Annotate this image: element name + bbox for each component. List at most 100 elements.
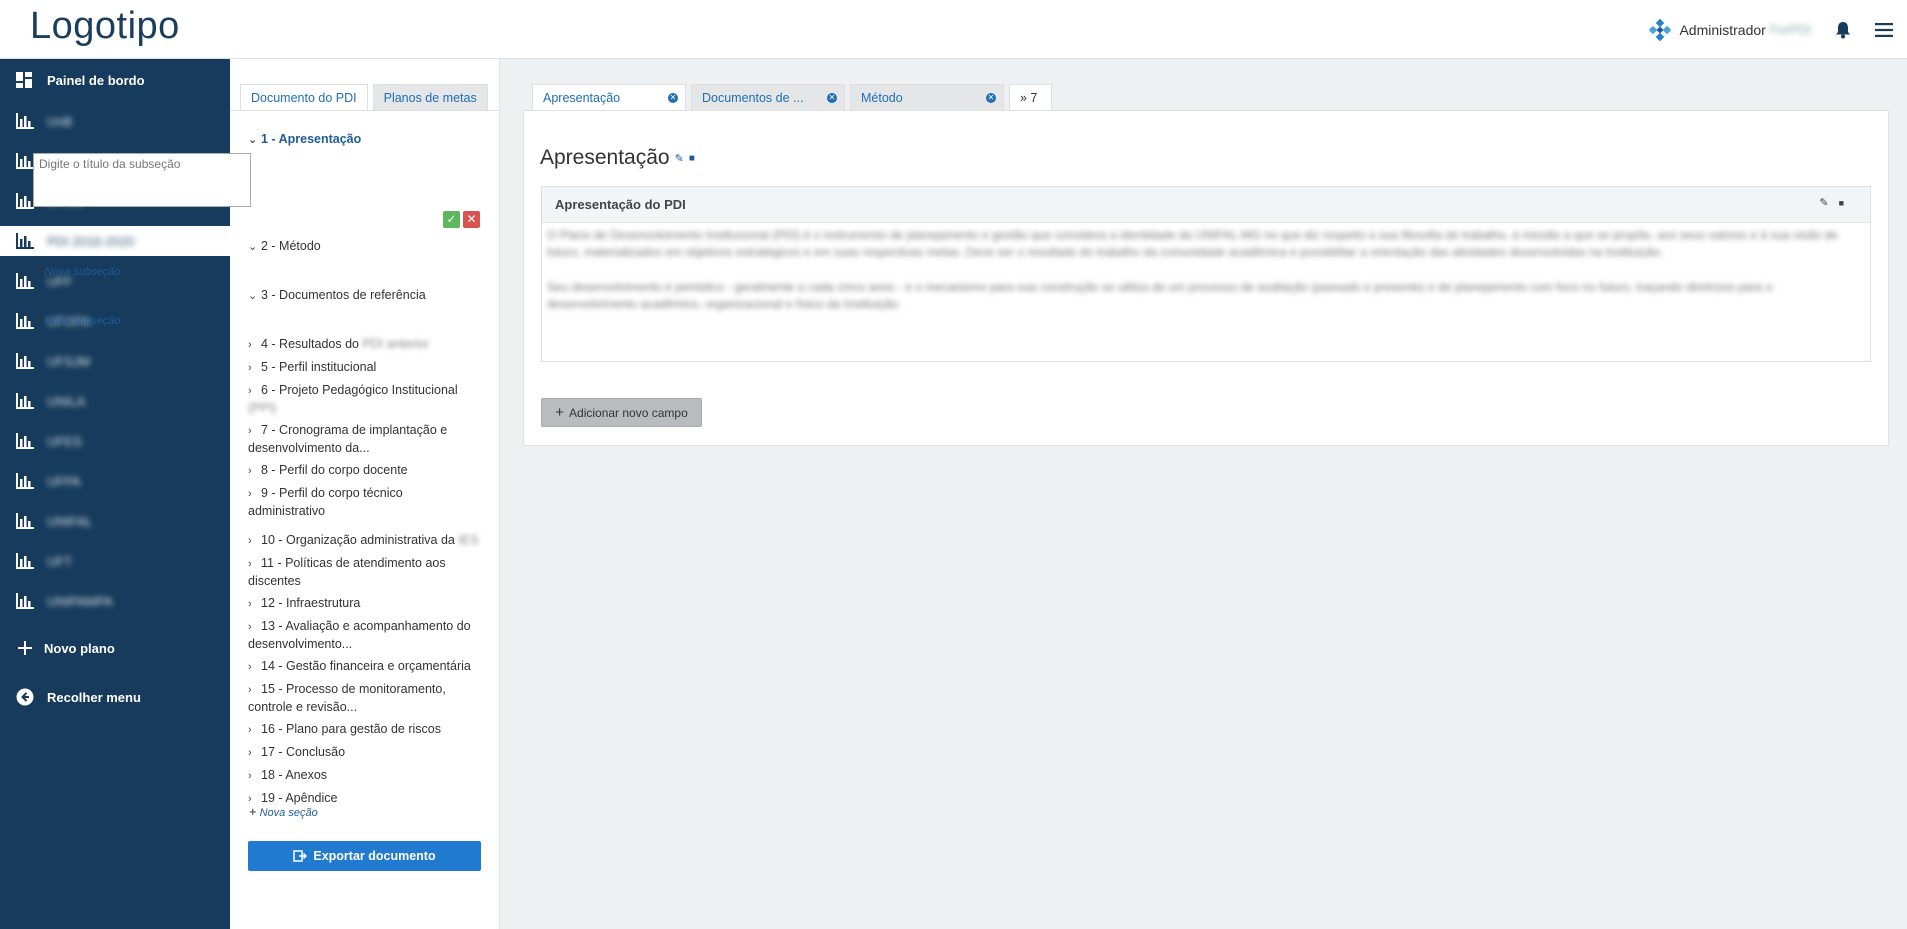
chevron-icon[interactable]: ›: [248, 423, 261, 440]
sidebar-item-label: UFSJM: [47, 353, 91, 369]
chevron-icon[interactable]: ⌄: [248, 132, 261, 149]
tree-section-item[interactable]: › 10 - Organização administrativa da IES: [248, 532, 488, 550]
tab-planos-metas[interactable]: Planos de metas: [372, 84, 488, 110]
tree-section-item[interactable]: ⌄ 2 - Método: [248, 238, 488, 256]
chevron-icon[interactable]: ›: [248, 745, 261, 762]
sidebar-item-plan[interactable]: UNILA: [0, 386, 230, 416]
doc-tab-apresentacao[interactable]: Apresentação ✕: [532, 84, 686, 111]
cancel-subsection-button[interactable]: ✕: [463, 211, 480, 228]
chevron-icon[interactable]: ›: [248, 533, 261, 550]
tree-section-item[interactable]: › 8 - Perfil do corpo docente: [248, 462, 488, 480]
tree-section-item[interactable]: › 16 - Plano para gestão de riscos: [248, 721, 488, 739]
top-header: Logotipo Administrador ForPDI: [0, 0, 1907, 59]
close-tab-icon[interactable]: ✕: [668, 93, 678, 103]
sidebar-item-plan[interactable]: UNIPAMPA: [0, 586, 230, 616]
field-title: Apresentação do PDI: [555, 197, 686, 212]
tree-section-label: 15 - Processo de monitoramento,: [261, 682, 446, 696]
doc-tab-label: Apresentação: [543, 91, 621, 105]
sidebar-item-plan[interactable]: UFPA: [0, 466, 230, 496]
tree-section-item[interactable]: › 15 - Processo de monitoramento, controle…: [248, 681, 488, 716]
trash-icon[interactable]: ■: [689, 153, 695, 164]
chevron-icon[interactable]: ›: [248, 596, 261, 613]
header-right: Administrador ForPDI: [1649, 0, 1907, 59]
field-header: Apresentação do PDI ✎■: [542, 187, 1870, 223]
new-section-label: Nova seção: [259, 807, 318, 819]
plus-icon: [18, 641, 32, 655]
tree-section-item[interactable]: ⌄ 1 - Apresentação: [248, 131, 488, 149]
user-name[interactable]: Administrador: [1679, 22, 1765, 38]
edit-pencil-icon[interactable]: ✎: [675, 152, 684, 165]
tree-section-label: 4 - Resultados do: [261, 337, 363, 351]
dashboard-icon: [16, 72, 32, 88]
close-tab-icon[interactable]: ✕: [986, 93, 996, 103]
chevron-icon[interactable]: ⌄: [248, 288, 261, 305]
tree-section-item[interactable]: › 6 - Projeto Pedagógico Institucional (PP…: [248, 382, 488, 417]
tree-section-item[interactable]: › 7 - Cronograma de implantação e desenvol…: [248, 422, 488, 457]
tree-section-label: 16 - Plano para gestão de riscos: [261, 722, 441, 736]
chevron-icon[interactable]: ›: [248, 486, 261, 503]
add-field-button[interactable]: + Adicionar novo campo: [541, 398, 702, 427]
chevron-icon[interactable]: ⌄: [248, 239, 261, 256]
new-subsection-link[interactable]: + Nova subseção: [34, 263, 120, 278]
doc-tab-metodo[interactable]: Método ✕: [850, 84, 1004, 110]
chevron-icon[interactable]: ›: [248, 619, 261, 636]
tree-section-item[interactable]: › 14 - Gestão financeira e orçamentária: [248, 658, 488, 676]
new-subsection-link[interactable]: + Nova subseção: [34, 312, 120, 327]
edit-pencil-icon[interactable]: ✎: [1819, 197, 1838, 209]
tree-section-item[interactable]: › 4 - Resultados do PDI anterior: [248, 336, 488, 354]
sidebar-item-label: UnB: [47, 113, 73, 129]
tree-section-item[interactable]: › 17 - Conclusão: [248, 744, 488, 762]
chevron-icon[interactable]: ›: [248, 556, 261, 573]
tree-section-label: 18 - Anexos: [261, 768, 328, 782]
tree-section-item[interactable]: › 18 - Anexos: [248, 767, 488, 785]
chevron-icon[interactable]: ›: [248, 722, 261, 739]
sidebar-item-plan[interactable]: UFSJM: [0, 346, 230, 376]
bell-icon[interactable]: [1835, 21, 1851, 39]
chevron-icon[interactable]: ›: [248, 659, 261, 676]
tree-section-item[interactable]: › 12 - Infraestrutura: [248, 595, 488, 613]
chevron-icon[interactable]: ›: [248, 768, 261, 785]
bar-chart-icon: [16, 153, 34, 169]
sidebar-item-new-plan[interactable]: Novo plano: [0, 633, 230, 663]
tree-section-item[interactable]: › 9 - Perfil do corpo técnico administrati…: [248, 485, 488, 520]
chevron-icon[interactable]: ›: [248, 360, 261, 377]
chevron-icon[interactable]: ›: [248, 463, 261, 480]
plus-icon: +: [34, 263, 42, 278]
trash-icon[interactable]: ■: [1839, 198, 1854, 208]
close-tab-icon[interactable]: ✕: [827, 93, 837, 103]
sidebar-item-collapse-menu[interactable]: Recolher menu: [0, 682, 230, 712]
sidebar-item-plan[interactable]: PDI 2016-2020: [0, 226, 230, 256]
bar-chart-icon: [16, 273, 34, 289]
subsection-title-input[interactable]: [33, 153, 251, 207]
more-tabs-button[interactable]: » 7: [1009, 84, 1052, 110]
chevron-icon[interactable]: ›: [248, 682, 261, 699]
new-section-link[interactable]: + Nova seção: [249, 804, 318, 819]
chevron-icon[interactable]: ›: [248, 383, 261, 400]
doc-tab-documentos[interactable]: Documentos de ... ✕: [691, 84, 845, 110]
sidebar-item-dashboard[interactable]: Painel de bordo: [0, 65, 230, 95]
field-panel: Apresentação do PDI ✎■ O Plano de Desenv…: [541, 186, 1871, 362]
field-paragraph: O Plano de Desenvolvimento Institucional…: [547, 228, 1838, 259]
tree-section-item[interactable]: › 13 - Avaliação e acompanhamento do desen…: [248, 618, 488, 653]
hamburger-menu-icon[interactable]: [1875, 22, 1893, 37]
tree-section-item[interactable]: › 5 - Perfil institucional: [248, 359, 488, 377]
tree-section-label: 6 - Projeto Pedagógico Institucional: [261, 383, 458, 397]
sidebar-item-plan[interactable]: UnB: [0, 106, 230, 136]
tree-section-label: 11 - Políticas de atendimento aos: [261, 556, 446, 570]
confirm-subsection-button[interactable]: ✓: [443, 211, 460, 228]
tree-section-label: 10 - Organização administrativa da: [261, 533, 459, 547]
bar-chart-icon: [16, 233, 34, 249]
tab-documento-pdi[interactable]: Documento do PDI: [240, 84, 368, 110]
tree-section-item[interactable]: ⌄ 3 - Documentos de referência: [248, 287, 488, 305]
chevron-icon[interactable]: ›: [248, 337, 261, 354]
sidebar-item-plan[interactable]: UNIFAL: [0, 506, 230, 536]
new-subsection-label: Nova subseção: [44, 315, 121, 327]
sidebar-item-label: Painel de bordo: [47, 72, 145, 88]
sidebar-item-plan[interactable]: UFES: [0, 426, 230, 456]
export-document-button[interactable]: Exportar documento: [248, 841, 481, 871]
sidebar-item-plan[interactable]: UFT: [0, 546, 230, 576]
add-field-label: Adicionar novo campo: [569, 405, 688, 420]
tree-section-label: 14 - Gestão financeira e orçamentária: [261, 659, 471, 673]
logo[interactable]: Logotipo: [30, 5, 180, 48]
tree-section-item[interactable]: › 11 - Políticas de atendimento aos discen…: [248, 555, 488, 590]
